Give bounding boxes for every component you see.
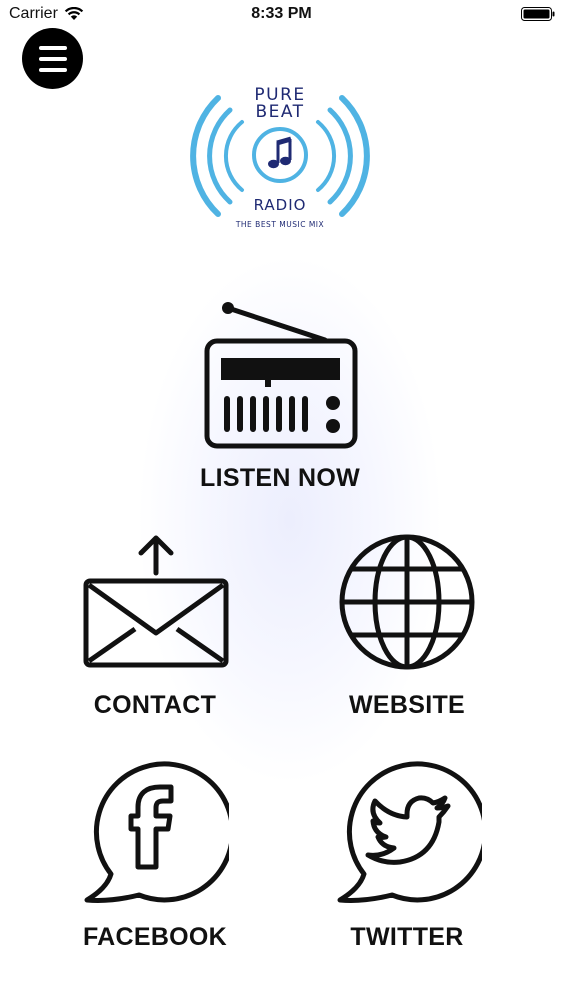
mail-upload-icon [83, 535, 229, 668]
music-note-icon [268, 136, 292, 169]
battery-icon [521, 7, 555, 21]
pure-beat-radio-logo: PURE BEAT RADIO THE BEST MUSIC MIX [190, 85, 370, 229]
website-label: WEBSITE [349, 691, 465, 719]
globe-icon [339, 534, 475, 670]
menu-button[interactable] [22, 28, 83, 89]
facebook-button[interactable]: FACEBOOK [55, 760, 255, 955]
logo-text-beat: BEAT [255, 102, 304, 122]
logo-text-radio: RADIO [254, 196, 307, 214]
status-bar: Carrier 8:33 PM [0, 0, 563, 30]
hamburger-icon-bar [38, 67, 67, 72]
radio-icon [204, 302, 358, 449]
website-button[interactable]: WEBSITE [307, 533, 507, 723]
listen-now-button[interactable]: LISTEN NOW [180, 296, 380, 496]
twitter-bubble-icon [337, 761, 482, 903]
facebook-label: FACEBOOK [82, 923, 228, 951]
listen-now-label: LISTEN NOW [200, 464, 360, 492]
hamburger-icon-bar [38, 45, 67, 50]
facebook-bubble-icon [84, 761, 229, 903]
logo-tagline: THE BEST MUSIC MIX [235, 220, 324, 229]
contact-label: CONTACT [93, 691, 217, 719]
status-time: 8:33 PM [251, 5, 312, 22]
hamburger-icon-bar [38, 56, 67, 61]
twitter-button[interactable]: TWITTER [307, 760, 507, 955]
twitter-label: TWITTER [350, 923, 464, 951]
contact-button[interactable]: CONTACT [55, 533, 255, 723]
